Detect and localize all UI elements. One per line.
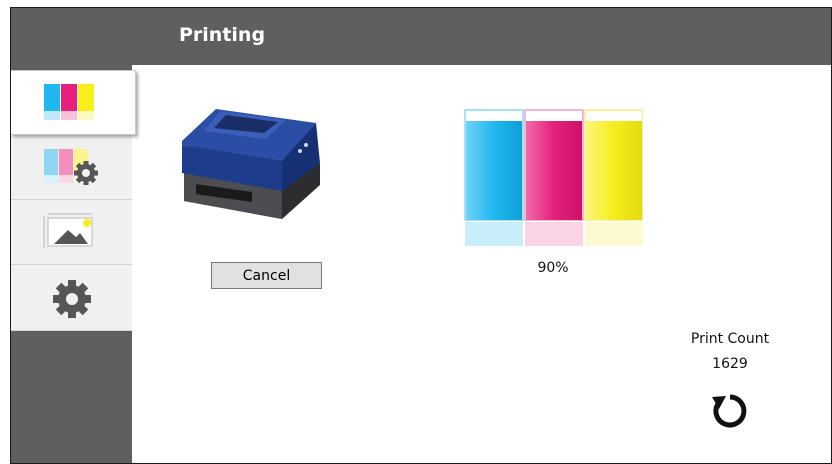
sidebar-item-ink-settings[interactable] bbox=[11, 135, 132, 200]
ink-status-icon bbox=[44, 84, 94, 120]
printer-image bbox=[182, 109, 320, 219]
header-bar: Printing bbox=[11, 8, 831, 65]
main-content: Cancel 90% Print Count 1629 bbox=[132, 65, 831, 463]
cancel-button[interactable]: Cancel bbox=[211, 262, 322, 289]
ink-settings-icon bbox=[44, 149, 98, 185]
sidebar-item-image[interactable] bbox=[11, 200, 132, 265]
print-count-value: 1629 bbox=[712, 356, 748, 372]
gear-icon bbox=[53, 280, 91, 318]
image-icon bbox=[43, 213, 93, 248]
sidebar-item-ink-status[interactable] bbox=[11, 70, 136, 135]
page-title: Printing bbox=[179, 24, 266, 46]
reset-count-icon[interactable] bbox=[710, 391, 750, 431]
sidebar bbox=[11, 65, 136, 463]
print-count-label: Print Count bbox=[690, 331, 770, 347]
ink-level-percent: 90% bbox=[537, 260, 569, 276]
app-window: Printing Cancel 90% Print Count 1629 bbox=[10, 7, 832, 464]
ink-levels-graphic bbox=[464, 109, 643, 246]
sidebar-item-settings[interactable] bbox=[11, 265, 132, 331]
